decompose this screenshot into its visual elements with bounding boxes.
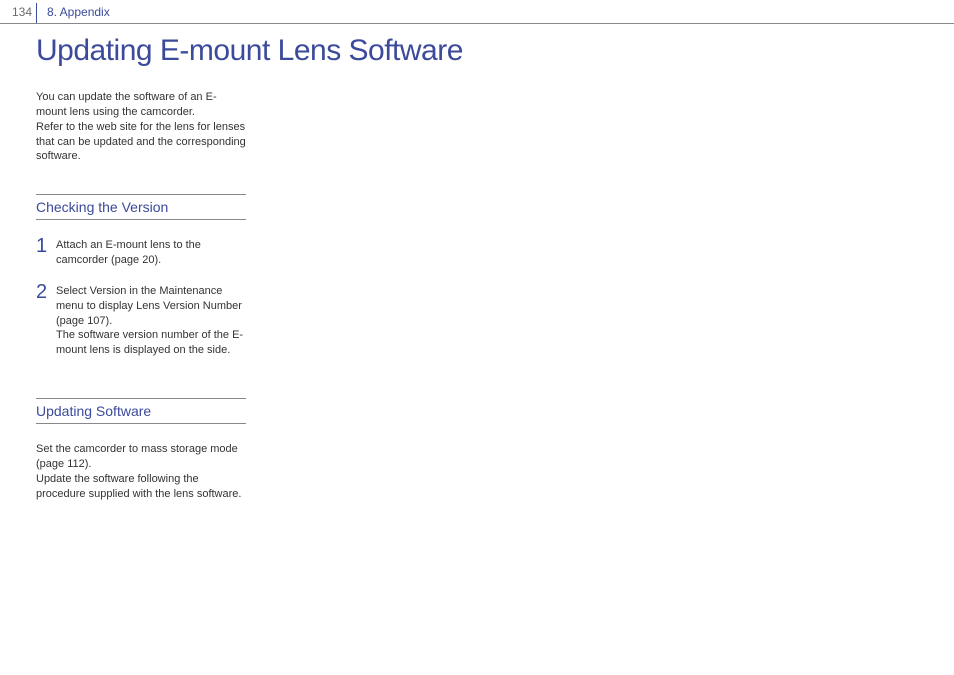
step-item: 2 Select Version in the Maintenance menu… [36,284,246,358]
section-label: 8. Appendix [37,5,110,19]
step-number: 2 [36,282,56,302]
step-text: Attach an E-mount lens to the camcorder … [56,238,246,268]
intro-paragraph: You can update the software of an E-moun… [36,90,246,164]
page-title: Updating E-mount Lens Software [36,34,954,68]
subsection-updating-heading: Updating Software [36,398,246,424]
step-item: 1 Attach an E-mount lens to the camcorde… [36,238,246,268]
content-area: Updating E-mount Lens Software You can u… [0,24,954,502]
text-column: You can update the software of an E-moun… [36,90,246,502]
updating-body: Set the camcorder to mass storage mode (… [36,442,246,501]
step-text: Select Version in the Maintenance menu t… [56,284,246,358]
subsection-checking-heading: Checking the Version [36,194,246,220]
header-bar: 134 8. Appendix [0,0,954,24]
page-number: 134 [0,5,36,19]
subsection-updating: Updating Software Set the camcorder to m… [36,398,246,501]
step-number: 1 [36,236,56,256]
